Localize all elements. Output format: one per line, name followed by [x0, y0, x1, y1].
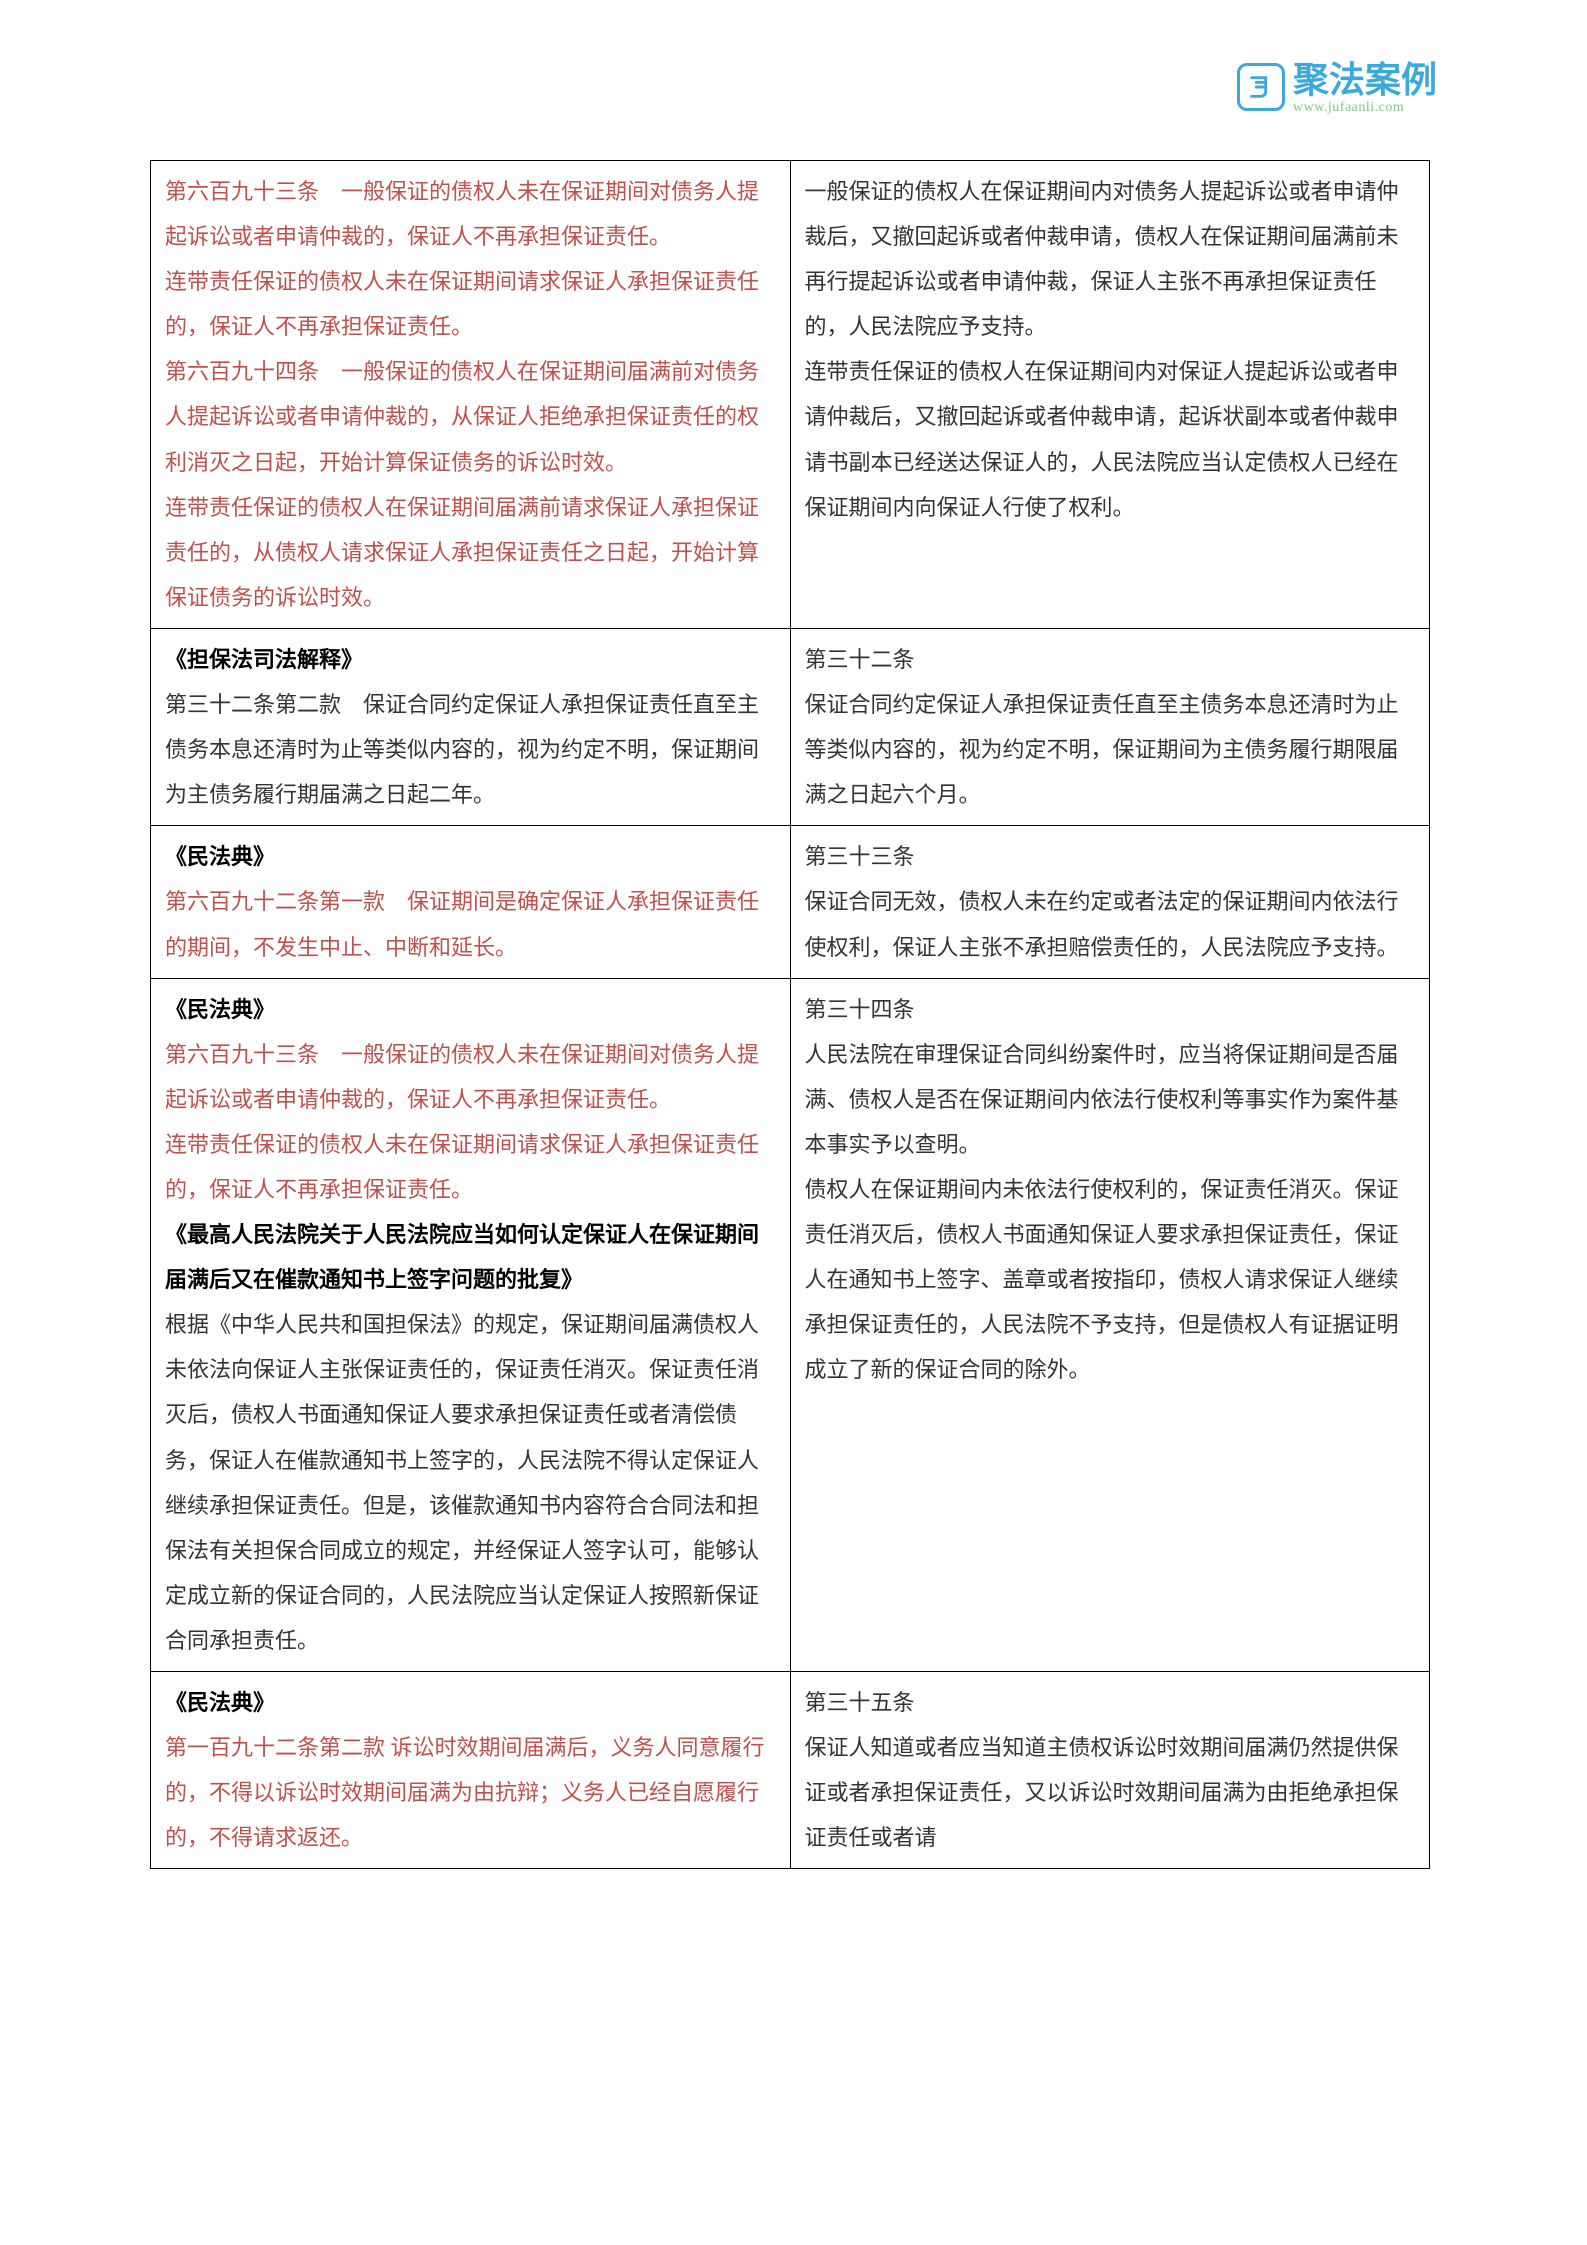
paragraph: 《民法典》 — [165, 1680, 776, 1725]
table-cell-right: 第三十四条人民法院在审理保证合同纠纷案件时，应当将保证期间是否届满、债权人是否在… — [790, 978, 1430, 1671]
table-row: 《民法典》第六百九十三条 一般保证的债权人未在保证期间对债务人提起诉讼或者申请仲… — [151, 978, 1430, 1671]
paragraph: 《民法典》 — [165, 834, 776, 879]
table-cell-right: 第三十三条保证合同无效，债权人未在约定或者法定的保证期间内依法行使权利，保证人主… — [790, 826, 1430, 978]
logo-icon — [1237, 63, 1285, 111]
paragraph: 连带责任保证的债权人未在保证期间请求保证人承担保证责任的，保证人不再承担保证责任… — [165, 1122, 776, 1212]
paragraph: 第六百九十四条 一般保证的债权人在保证期间届满前对债务人提起诉讼或者申请仲裁的，… — [165, 349, 776, 484]
paragraph: 人民法院在审理保证合同纠纷案件时，应当将保证期间是否届满、债权人是否在保证期间内… — [805, 1032, 1416, 1167]
paragraph: 第六百九十三条 一般保证的债权人未在保证期间对债务人提起诉讼或者申请仲裁的，保证… — [165, 169, 776, 259]
paragraph: 第六百九十三条 一般保证的债权人未在保证期间对债务人提起诉讼或者申请仲裁的，保证… — [165, 1032, 776, 1122]
table-cell-left: 《民法典》第一百九十二条第二款 诉讼时效期间届满后，义务人同意履行的，不得以诉讼… — [151, 1672, 791, 1869]
brand-logo: 聚法案例 www.jufaanli.com — [1237, 60, 1437, 115]
table-cell-left: 《担保法司法解释》第三十二条第二款 保证合同约定保证人承担保证责任直至主债务本息… — [151, 628, 791, 825]
table-row: 《担保法司法解释》第三十二条第二款 保证合同约定保证人承担保证责任直至主债务本息… — [151, 628, 1430, 825]
comparison-table: 第六百九十三条 一般保证的债权人未在保证期间对债务人提起诉讼或者申请仲裁的，保证… — [150, 160, 1430, 1869]
table-cell-right: 第三十二条保证合同约定保证人承担保证责任直至主债务本息还清时为止等类似内容的，视… — [790, 628, 1430, 825]
paragraph: 债权人在保证期间内未依法行使权利的，保证责任消灭。保证责任消灭后，债权人书面通知… — [805, 1167, 1416, 1392]
table-cell-right: 第三十五条保证人知道或者应当知道主债权诉讼时效期间届满仍然提供保证或者承担保证责… — [790, 1672, 1430, 1869]
table-cell-right: 一般保证的债权人在保证期间内对债务人提起诉讼或者申请仲裁后，又撤回起诉或者仲裁申… — [790, 161, 1430, 629]
paragraph: 第三十五条 — [805, 1680, 1416, 1725]
paragraph: 第三十四条 — [805, 987, 1416, 1032]
paragraph: 《担保法司法解释》 — [165, 637, 776, 682]
logo-url: www.jufaanli.com — [1293, 100, 1437, 115]
paragraph: 第三十二条 — [805, 637, 1416, 682]
table-row: 《民法典》第一百九十二条第二款 诉讼时效期间届满后，义务人同意履行的，不得以诉讼… — [151, 1672, 1430, 1869]
paragraph: 《民法典》 — [165, 987, 776, 1032]
table-cell-left: 《民法典》第六百九十三条 一般保证的债权人未在保证期间对债务人提起诉讼或者申请仲… — [151, 978, 791, 1671]
paragraph: 第三十二条第二款 保证合同约定保证人承担保证责任直至主债务本息还清时为止等类似内… — [165, 682, 776, 817]
table-row: 第六百九十三条 一般保证的债权人未在保证期间对债务人提起诉讼或者申请仲裁的，保证… — [151, 161, 1430, 629]
paragraph: 一般保证的债权人在保证期间内对债务人提起诉讼或者申请仲裁后，又撤回起诉或者仲裁申… — [805, 169, 1416, 349]
table-cell-left: 第六百九十三条 一般保证的债权人未在保证期间对债务人提起诉讼或者申请仲裁的，保证… — [151, 161, 791, 629]
paragraph: 第三十三条 — [805, 834, 1416, 879]
logo-text: 聚法案例 www.jufaanli.com — [1293, 60, 1437, 115]
table-cell-left: 《民法典》第六百九十二条第一款 保证期间是确定保证人承担保证责任的期间，不发生中… — [151, 826, 791, 978]
paragraph: 第六百九十二条第一款 保证期间是确定保证人承担保证责任的期间，不发生中止、中断和… — [165, 879, 776, 969]
table-row: 《民法典》第六百九十二条第一款 保证期间是确定保证人承担保证责任的期间，不发生中… — [151, 826, 1430, 978]
paragraph: 保证人知道或者应当知道主债权诉讼时效期间届满仍然提供保证或者承担保证责任，又以诉… — [805, 1725, 1416, 1860]
paragraph: 第一百九十二条第二款 诉讼时效期间届满后，义务人同意履行的，不得以诉讼时效期间届… — [165, 1725, 776, 1860]
logo-cn: 聚法案例 — [1293, 60, 1437, 100]
paragraph: 根据《中华人民共和国担保法》的规定，保证期间届满债权人未依法向保证人主张保证责任… — [165, 1302, 776, 1663]
paragraph: 连带责任保证的债权人未在保证期间请求保证人承担保证责任的，保证人不再承担保证责任… — [165, 259, 776, 349]
paragraph: 保证合同无效，债权人未在约定或者法定的保证期间内依法行使权利，保证人主张不承担赔… — [805, 879, 1416, 969]
paragraph: 连带责任保证的债权人在保证期间内对保证人提起诉讼或者申请仲裁后，又撤回起诉或者仲… — [805, 349, 1416, 529]
paragraph: 保证合同约定保证人承担保证责任直至主债务本息还清时为止等类似内容的，视为约定不明… — [805, 682, 1416, 817]
paragraph: 《最高人民法院关于人民法院应当如何认定保证人在保证期间届满后又在催款通知书上签字… — [165, 1212, 776, 1302]
paragraph: 连带责任保证的债权人在保证期间届满前请求保证人承担保证责任的，从债权人请求保证人… — [165, 485, 776, 620]
